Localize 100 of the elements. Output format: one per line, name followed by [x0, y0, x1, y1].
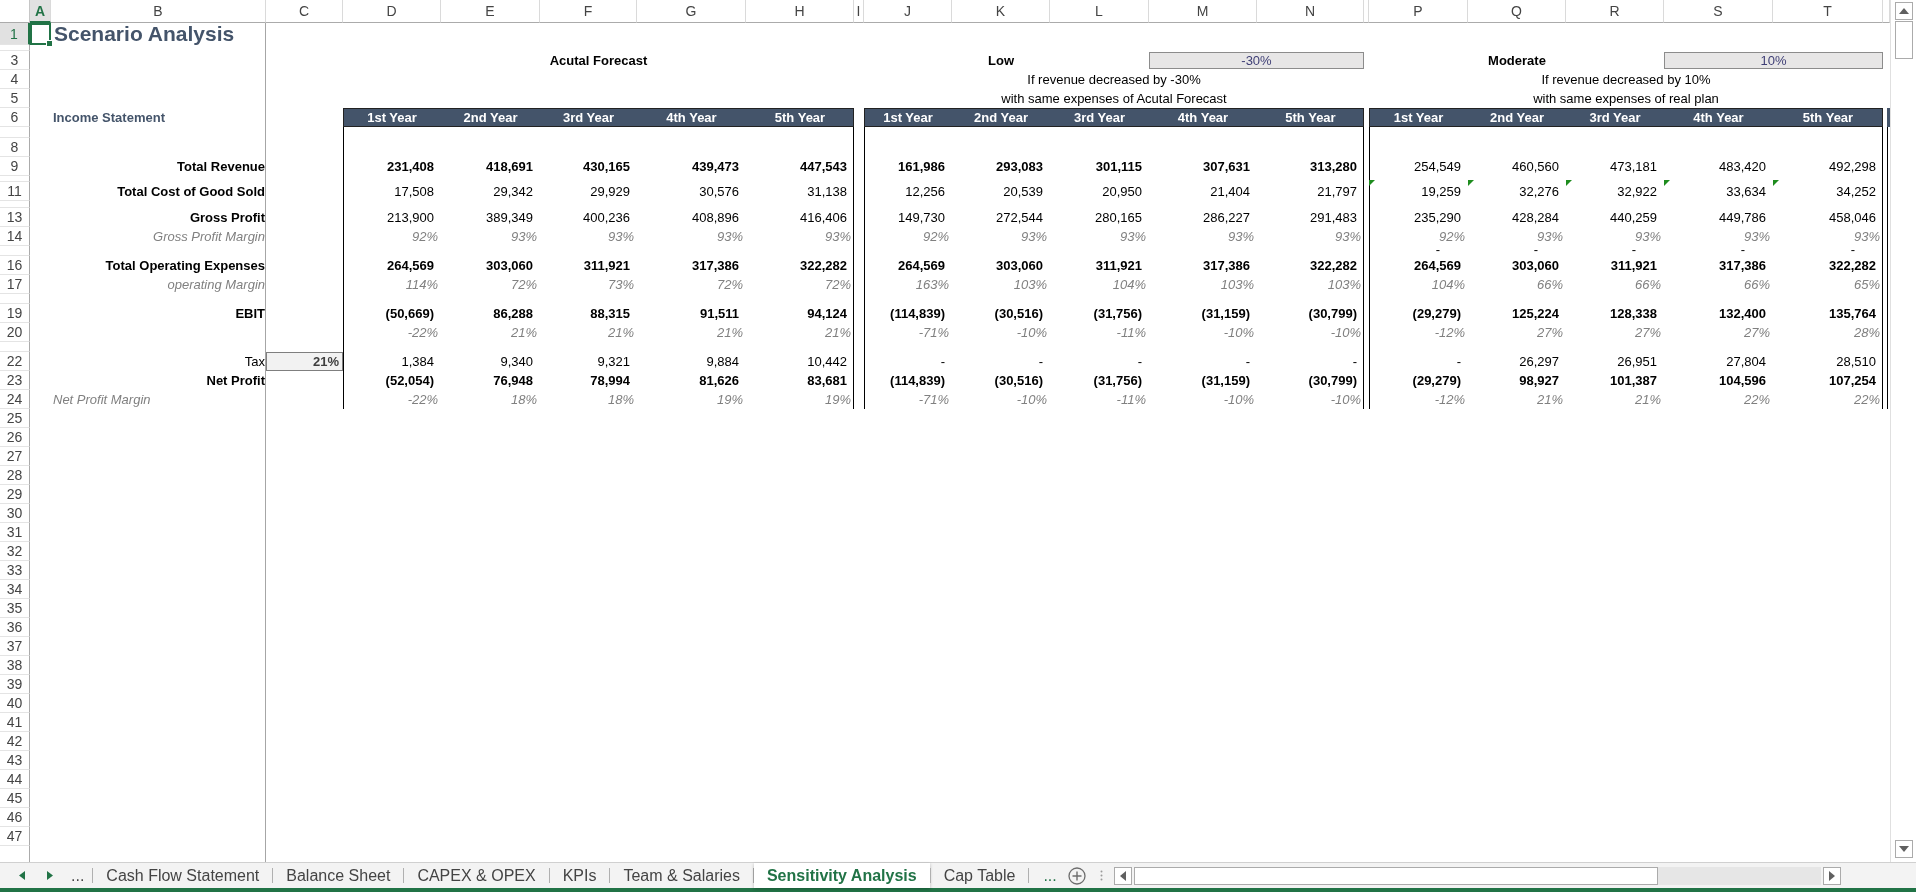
row-header[interactable]: 46 — [0, 808, 30, 827]
row-header[interactable]: 29 — [0, 485, 30, 504]
column-header[interactable]: G — [637, 0, 746, 23]
row-header[interactable]: 23 — [0, 371, 30, 390]
row-header[interactable]: 27 — [0, 447, 30, 466]
table-cell-text: 18% — [509, 391, 538, 409]
sheet-tab[interactable]: CAPEX & OPEX — [404, 863, 549, 888]
sheet-tab[interactable]: Cap Table — [930, 863, 1029, 888]
row-header[interactable]: 34 — [0, 580, 30, 599]
row-header[interactable]: 30 — [0, 504, 30, 523]
row-header[interactable]: 32 — [0, 542, 30, 561]
row-header[interactable]: 9 — [0, 157, 30, 176]
row-header[interactable] — [0, 201, 30, 208]
row-header[interactable]: 43 — [0, 751, 30, 770]
row-header[interactable]: 17 — [0, 275, 30, 294]
row-header[interactable]: 6 — [0, 108, 30, 127]
scroll-down-button[interactable] — [1894, 840, 1913, 858]
row-header[interactable]: 4 — [0, 70, 30, 89]
row-header[interactable]: 25 — [0, 409, 30, 428]
scroll-right-button[interactable] — [1822, 866, 1841, 885]
sheet-tab[interactable]: Cash Flow Statement — [93, 863, 273, 888]
table-cell-text: 98,927 — [1518, 372, 1560, 390]
more-sheets-button[interactable]: ... — [55, 863, 93, 888]
row-header[interactable]: 47 — [0, 827, 30, 846]
row-header[interactable] — [0, 176, 30, 182]
column-header[interactable]: K — [952, 0, 1050, 23]
table-cell-text: (31,159) — [1200, 305, 1251, 323]
row-header[interactable]: 1 — [0, 23, 30, 45]
sheet-tab[interactable]: KPIs — [549, 863, 610, 888]
rate-input[interactable]: 10% — [1664, 52, 1883, 69]
row-header[interactable]: 40 — [0, 694, 30, 713]
row-header[interactable]: 37 — [0, 637, 30, 656]
column-header[interactable]: A — [30, 0, 51, 23]
table-cell-text: 439,473 — [691, 158, 740, 176]
row-header[interactable] — [0, 246, 30, 256]
row-header[interactable]: 28 — [0, 466, 30, 485]
row-header[interactable]: 13 — [0, 208, 30, 227]
table-cell-text: 235,290 — [1413, 209, 1462, 227]
row-header[interactable]: 16 — [0, 256, 30, 275]
row-header[interactable]: 5 — [0, 89, 30, 108]
row-header[interactable]: 11 — [0, 182, 30, 201]
column-header[interactable]: Q — [1468, 0, 1566, 23]
scroll-left-button[interactable] — [1113, 866, 1132, 885]
row-header[interactable] — [0, 294, 30, 304]
column-heading: 4th Year — [1692, 109, 1745, 127]
column-heading: 5th Year — [1801, 109, 1855, 127]
rate-input[interactable]: -30% — [1149, 52, 1364, 69]
scroll-up-button[interactable] — [1894, 2, 1913, 20]
table-cell-text: 21% — [509, 324, 538, 342]
table-cell-text: (50,669) — [384, 305, 435, 323]
column-header[interactable] — [1364, 0, 1369, 23]
column-header[interactable]: F — [540, 0, 637, 23]
row-header[interactable]: 42 — [0, 732, 30, 751]
selected-cell[interactable] — [30, 23, 51, 45]
column-header[interactable]: M — [1149, 0, 1257, 23]
row-header[interactable]: 31 — [0, 523, 30, 542]
column-header[interactable]: N — [1257, 0, 1364, 23]
row-header[interactable]: 8 — [0, 138, 30, 157]
row-header[interactable]: 41 — [0, 713, 30, 732]
row-header[interactable]: 38 — [0, 656, 30, 675]
row-header[interactable]: 3 — [0, 51, 30, 70]
table-cell-text: 492,298 — [1828, 158, 1877, 176]
column-header[interactable]: C — [266, 0, 343, 23]
row-header[interactable]: 24 — [0, 390, 30, 409]
column-header[interactable]: H — [746, 0, 854, 23]
row-header[interactable]: 44 — [0, 770, 30, 789]
table-cell-text: 21% — [1535, 391, 1564, 409]
column-header[interactable]: L — [1050, 0, 1149, 23]
row-header[interactable] — [0, 342, 30, 352]
column-header[interactable]: J — [864, 0, 952, 23]
row-header[interactable]: 36 — [0, 618, 30, 637]
table-cell-text: 1,384 — [400, 353, 435, 371]
sheet-tab[interactable]: Team & Salaries — [610, 863, 753, 888]
row-header[interactable]: 26 — [0, 428, 30, 447]
row-header[interactable]: 14 — [0, 227, 30, 246]
column-header[interactable]: B — [51, 0, 266, 23]
row-header[interactable]: 35 — [0, 599, 30, 618]
sheet-tab[interactable]: Balance Sheet — [273, 863, 404, 888]
more-sheets-button[interactable]: ... — [1029, 863, 1063, 888]
row-header[interactable]: 39 — [0, 675, 30, 694]
column-header[interactable]: R — [1566, 0, 1664, 23]
scroll-thumb[interactable] — [1133, 866, 1658, 885]
row-header[interactable]: 19 — [0, 304, 30, 323]
column-header[interactable]: I — [854, 0, 864, 23]
row-header[interactable]: 33 — [0, 561, 30, 580]
row-label: Total Revenue — [176, 158, 266, 176]
column-header[interactable]: D — [343, 0, 441, 23]
column-header[interactable]: E — [441, 0, 540, 23]
row-header[interactable] — [0, 127, 30, 138]
input-cell[interactable]: 21% — [266, 352, 343, 371]
row-header[interactable]: 20 — [0, 323, 30, 342]
scroll-thumb[interactable] — [1894, 21, 1913, 59]
header-band — [1887, 108, 1890, 127]
table-cell-text: 28,510 — [1835, 353, 1877, 371]
column-header[interactable]: T — [1773, 0, 1883, 23]
column-header[interactable]: P — [1369, 0, 1468, 23]
column-header[interactable]: S — [1664, 0, 1773, 23]
row-header[interactable]: 45 — [0, 789, 30, 808]
row-header[interactable]: 22 — [0, 352, 30, 371]
sheet-tab[interactable]: Sensitivity Analysis — [753, 863, 930, 888]
